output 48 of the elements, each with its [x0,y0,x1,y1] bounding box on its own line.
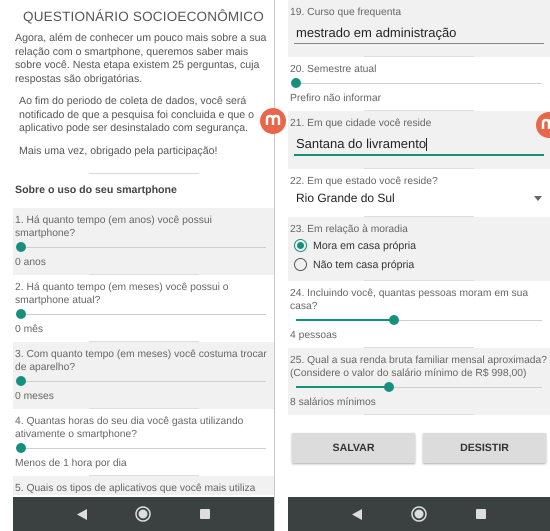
back-icon[interactable] [352,508,362,520]
slider-thumb[interactable] [389,315,400,326]
slider-value: 0 mês [15,324,44,335]
input-field[interactable]: mestrado em administração [294,21,544,44]
question-label: 22. Em que estado você reside? [290,175,438,188]
question-label: 2. Há quanto tempo (em meses) você possui o smartphone atual? [15,281,230,307]
intro-paragraph: Ao fim do periodo de coleta de dados, você será notificado de que a pesquisa foi concluida e que o aplicativo pode ser desinstalado com segurança. [19,95,256,136]
back-icon[interactable] [77,508,88,520]
intro-paragraph: Agora, além de conhecer um pouco mais sobre a sua relação com o smartphone, queremos saber mais sobre você. Nesta etapa existem 25 perguntas, cuja respostas são obrigatórias. [15,32,268,86]
slider-value: Prefiro não informar [290,93,381,104]
radio-button[interactable] [294,258,307,272]
action-button[interactable]: SALVAR [292,433,415,464]
radio-button[interactable] [294,239,307,252]
question-label: 24. Incluindo você, quantas pessoas moram em sua casa? [290,287,530,314]
question-label: 3. Com quanto tempo (em meses) você costuma trocar de aparelho? [15,348,268,374]
radio-option[interactable]: Não tem casa própria [294,258,414,272]
slider-thumb[interactable] [16,309,26,319]
slider-thumb[interactable] [16,242,26,252]
question-label: 25. Qual a sua renda bruta familiar mensal aproximada? (Considere o valor do salário mínimo de R$ 998,00) [290,354,548,380]
slider-thumb[interactable] [16,443,26,453]
slider-value: 0 meses [15,391,54,402]
input-field[interactable]: Santana do livramento [294,132,544,156]
home-icon[interactable] [135,506,152,522]
question-label: 5. Quais os tipos de aplicativos que você mais utiliza [15,482,256,495]
question-label: 4. Quantas horas do seu dia você gasta utilizando ativamente o smartphone? [15,415,244,441]
dropdown-arrow-icon [534,196,542,201]
action-button[interactable]: DESISTIR [423,433,546,464]
question-label: 19. Curso que frequenta [290,6,402,19]
state-dropdown[interactable]: Rio Grande do Sul [294,188,544,208]
home-icon[interactable] [410,506,427,522]
intro-paragraph: Mais uma vez, obrigado pela participação! [19,144,218,158]
slider-thumb[interactable] [291,78,301,88]
question-label: 1. Há quanto tempo (em anos) você possui smartphone? [15,214,213,240]
recents-icon[interactable] [476,509,486,519]
radio-option[interactable]: Mora em casa própria [294,239,416,252]
slider-value: 8 salários mínimos [290,397,376,408]
question-label: 23. Em relação à moradia [290,223,408,236]
floating-bubble-icon[interactable] [260,108,286,134]
slider-value: Menos de 1 hora por dia [15,458,127,469]
screen-title: QUESTIONÁRIO SOCIOECONÔMICO [23,9,264,24]
question-label: 20. Semestre atual [290,63,376,76]
slider-value: 4 pessoas [290,330,337,342]
slider-value: 0 anos [15,257,46,268]
section-heading: Sobre o uso do seu smartphone [15,184,177,196]
slider-thumb[interactable] [384,382,394,392]
question-label: 21. Em que cidade você reside [290,117,432,130]
recents-icon[interactable] [200,509,210,519]
slider-thumb[interactable] [16,376,26,386]
